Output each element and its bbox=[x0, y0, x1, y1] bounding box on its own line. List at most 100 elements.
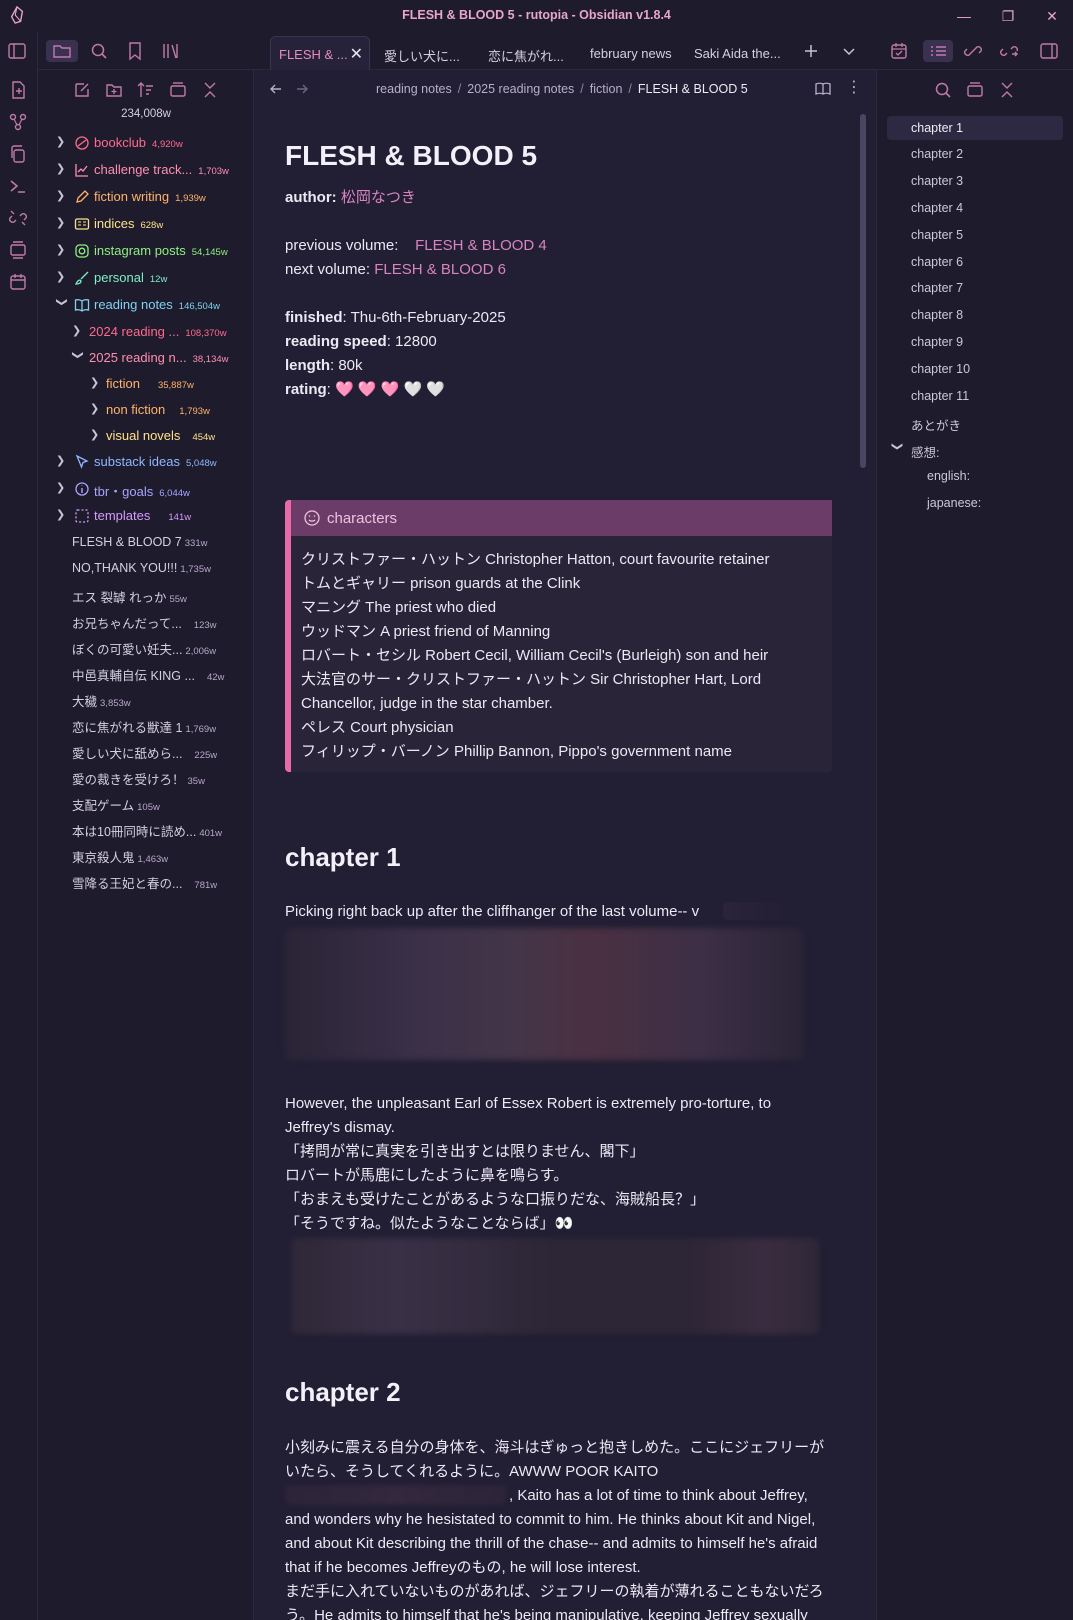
chevron-right-icon[interactable]: ❯ bbox=[56, 481, 68, 494]
folder-non-fiction[interactable]: ❯ non fiction 1,793w bbox=[38, 397, 254, 423]
chevron-right-icon[interactable]: ❯ bbox=[56, 270, 68, 283]
breadcrumb-item[interactable]: reading notes bbox=[376, 82, 452, 96]
folder-templates[interactable]: ❯ templates 141w bbox=[38, 503, 254, 529]
bookmark-icon[interactable] bbox=[124, 40, 146, 62]
chevron-down-icon[interactable]: ❯ bbox=[891, 442, 904, 451]
author-link[interactable]: 松岡なつき bbox=[341, 189, 416, 206]
chevron-down-icon[interactable]: ❯ bbox=[56, 298, 69, 310]
file-item[interactable]: 大穢 3,853w bbox=[38, 686, 254, 712]
chevron-right-icon[interactable]: ❯ bbox=[56, 162, 68, 175]
library-icon[interactable] bbox=[160, 40, 182, 62]
search-icon[interactable] bbox=[933, 80, 953, 100]
file-item[interactable]: 愛の裁きを受けろ！ 35w bbox=[38, 764, 254, 790]
outline-list-icon[interactable] bbox=[923, 40, 953, 62]
tab-4[interactable]: february news bbox=[590, 36, 682, 70]
folder-indices[interactable]: ❯ indices 628w bbox=[38, 211, 254, 237]
file-item[interactable]: 愛しい犬に舐めら... 225w bbox=[38, 738, 254, 764]
chevron-right-icon[interactable]: ❯ bbox=[90, 376, 102, 389]
calendar-icon[interactable] bbox=[8, 272, 28, 292]
outline-item-chapter-5[interactable]: chapter 5 bbox=[887, 223, 1063, 247]
collapse-all-icon[interactable] bbox=[200, 80, 220, 100]
file-item[interactable]: 中邑真輔自伝 KING ... 42w bbox=[38, 660, 254, 686]
graph-view-icon[interactable] bbox=[8, 112, 28, 132]
outline-item-chapter-9[interactable]: chapter 9 bbox=[887, 330, 1063, 354]
file-item[interactable]: FLESH & BLOOD 7 331w bbox=[38, 530, 254, 556]
back-arrow-icon[interactable] bbox=[268, 81, 284, 97]
reading-view-icon[interactable] bbox=[814, 80, 832, 98]
close-tab-icon[interactable]: ✕ bbox=[350, 44, 363, 64]
right-sidebar-toggle-icon[interactable] bbox=[1038, 40, 1060, 62]
tab-5[interactable]: Saki Aida the... bbox=[694, 36, 790, 70]
calendar-check-icon[interactable] bbox=[888, 40, 910, 62]
previous-volume-link[interactable]: FLESH & BLOOD 4 bbox=[415, 237, 547, 254]
folder-bookclub[interactable]: ❯ bookclub 4,920w bbox=[38, 130, 254, 156]
folder-personal[interactable]: ❯ personal 12w bbox=[38, 265, 254, 291]
chevron-down-icon[interactable]: ❯ bbox=[72, 351, 85, 363]
folder-substack-ideas[interactable]: ❯ substack ideas 5,048w bbox=[38, 449, 254, 475]
folder-tbr-goals[interactable]: ❯ tbr・goals 6,044w bbox=[38, 476, 254, 502]
folder-instagram-posts[interactable]: ❯ instagram posts 54,145w bbox=[38, 238, 254, 264]
backlinks-icon[interactable] bbox=[962, 40, 984, 62]
tab-flesh-blood-5[interactable]: FLESH & ... ✕ bbox=[270, 36, 370, 70]
chevron-right-icon[interactable]: ❯ bbox=[90, 402, 102, 415]
maximize-button[interactable]: ❐ bbox=[998, 6, 1018, 26]
file-item[interactable]: ぼくの可愛い妊夫... 2,006w bbox=[38, 634, 254, 660]
outline-item-chapter-8[interactable]: chapter 8 bbox=[887, 303, 1063, 327]
outline-item-chapter-1[interactable]: chapter 1 bbox=[887, 116, 1063, 140]
tab-3[interactable]: 恋に焦がれ... bbox=[488, 36, 578, 70]
outline-item-chapter-7[interactable]: chapter 7 bbox=[887, 276, 1063, 300]
forward-arrow-icon[interactable] bbox=[294, 81, 310, 97]
next-volume-link[interactable]: FLESH & BLOOD 6 bbox=[374, 261, 506, 278]
chevron-right-icon[interactable]: ❯ bbox=[56, 454, 68, 467]
folder-visual-novels[interactable]: ❯ visual novels 454w bbox=[38, 423, 254, 449]
terminal-icon[interactable] bbox=[8, 176, 28, 196]
outline-item-chapter-10[interactable]: chapter 10 bbox=[887, 357, 1063, 381]
new-note-icon[interactable] bbox=[72, 80, 92, 100]
outline-item-english[interactable]: english: bbox=[887, 464, 1063, 488]
minimize-button[interactable]: — bbox=[954, 6, 974, 26]
chevron-right-icon[interactable]: ❯ bbox=[56, 189, 68, 202]
chevron-right-icon[interactable]: ❯ bbox=[56, 243, 68, 256]
file-item[interactable]: 恋に焦がれる獣達 1 1,769w bbox=[38, 712, 254, 738]
outgoing-links-icon[interactable] bbox=[998, 40, 1020, 62]
outline-item-chapter-6[interactable]: chapter 6 bbox=[887, 250, 1063, 274]
sort-icon[interactable] bbox=[136, 80, 156, 100]
slides-icon[interactable] bbox=[8, 240, 28, 260]
file-item[interactable]: 雪降る王妃と春の... 781w bbox=[38, 868, 254, 894]
chevron-right-icon[interactable]: ❯ bbox=[90, 428, 102, 441]
sidebar-toggle-icon[interactable] bbox=[6, 40, 28, 62]
outline-item-afterword[interactable]: あとがき bbox=[887, 410, 1063, 434]
collapse-view-icon[interactable] bbox=[168, 80, 188, 100]
tab-2[interactable]: 愛しい犬に... bbox=[384, 36, 474, 70]
file-item[interactable]: 東京殺人鬼 1,463w bbox=[38, 842, 254, 868]
chevron-right-icon[interactable]: ❯ bbox=[72, 324, 84, 337]
file-item[interactable]: エス 裂罅 れっか 55w bbox=[38, 582, 254, 608]
collapse-all-icon[interactable] bbox=[997, 80, 1017, 100]
breadcrumb-current[interactable]: FLESH & BLOOD 5 bbox=[638, 82, 748, 96]
more-options-icon[interactable]: ⋮ bbox=[846, 78, 862, 98]
outline-item-chapter-11[interactable]: chapter 11 bbox=[887, 384, 1063, 408]
outline-item-impressions[interactable]: ❯ 感想: bbox=[887, 437, 1063, 461]
file-item[interactable]: お兄ちゃんだって... 123w bbox=[38, 608, 254, 634]
folder-challenge-tracker[interactable]: ❯ challenge track... 1,703w bbox=[38, 157, 254, 183]
collapse-view-icon[interactable] bbox=[965, 80, 985, 100]
chevron-right-icon[interactable]: ❯ bbox=[56, 216, 68, 229]
breadcrumb-item[interactable]: fiction bbox=[590, 82, 623, 96]
editor-scrollbar[interactable] bbox=[860, 114, 866, 468]
folder-2024-reading[interactable]: ❯ 2024 reading ... 108,370w bbox=[38, 319, 254, 345]
copy-icon[interactable] bbox=[8, 144, 28, 164]
file-item[interactable]: 本は10冊同時に読め... 401w bbox=[38, 816, 254, 842]
file-item[interactable]: NO,THANK YOU!!! 1,735w bbox=[38, 556, 254, 582]
folder-2025-reading-notes[interactable]: ❯ 2025 reading n... 38,134w bbox=[38, 345, 254, 371]
outline-item-japanese[interactable]: japanese: bbox=[887, 491, 1063, 515]
link-broken-icon[interactable] bbox=[8, 208, 28, 228]
search-icon[interactable] bbox=[88, 40, 110, 62]
tab-list-chevron-icon[interactable] bbox=[838, 40, 860, 62]
callout-header[interactable]: characters bbox=[291, 500, 832, 536]
outline-item-chapter-2[interactable]: chapter 2 bbox=[887, 142, 1063, 166]
new-folder-icon[interactable] bbox=[104, 80, 124, 100]
new-tab-icon[interactable] bbox=[800, 40, 822, 62]
chevron-right-icon[interactable]: ❯ bbox=[56, 508, 68, 521]
folder-icon[interactable] bbox=[46, 40, 78, 62]
outline-item-chapter-3[interactable]: chapter 3 bbox=[887, 169, 1063, 193]
